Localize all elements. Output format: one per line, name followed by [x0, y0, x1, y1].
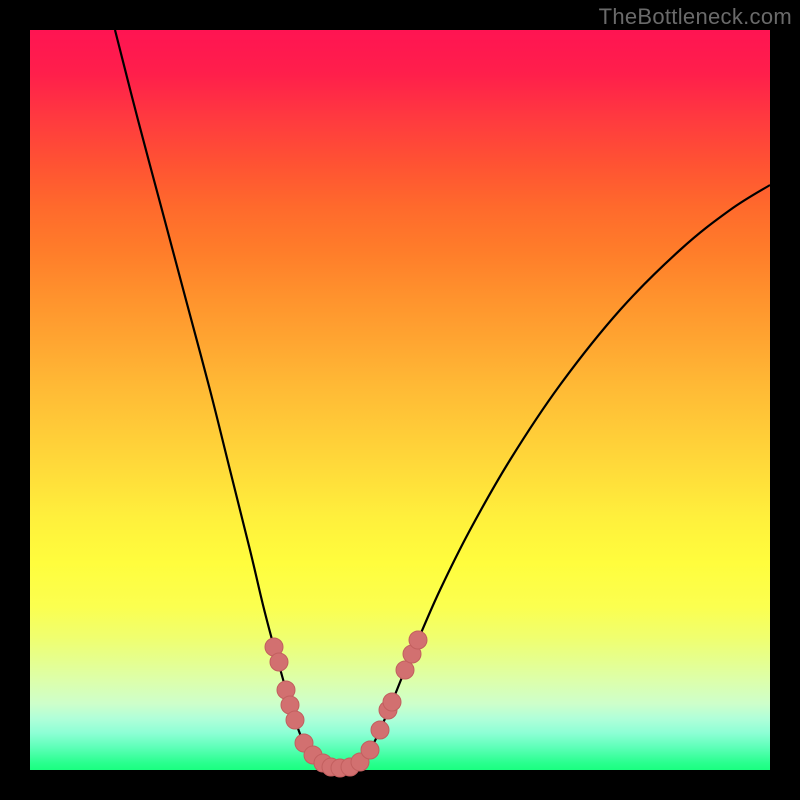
watermark-text: TheBottleneck.com [599, 4, 792, 30]
marker-right-2 [371, 721, 389, 739]
marker-right-5 [396, 661, 414, 679]
marker-left-2 [270, 653, 288, 671]
marker-left-5 [286, 711, 304, 729]
marker-right-1 [361, 741, 379, 759]
left-curve [115, 30, 340, 768]
marker-right-7 [409, 631, 427, 649]
chart-frame: TheBottleneck.com [0, 0, 800, 800]
right-curve [340, 185, 770, 768]
marker-group [265, 631, 427, 777]
marker-right-4 [383, 693, 401, 711]
curve-layer [30, 30, 770, 770]
